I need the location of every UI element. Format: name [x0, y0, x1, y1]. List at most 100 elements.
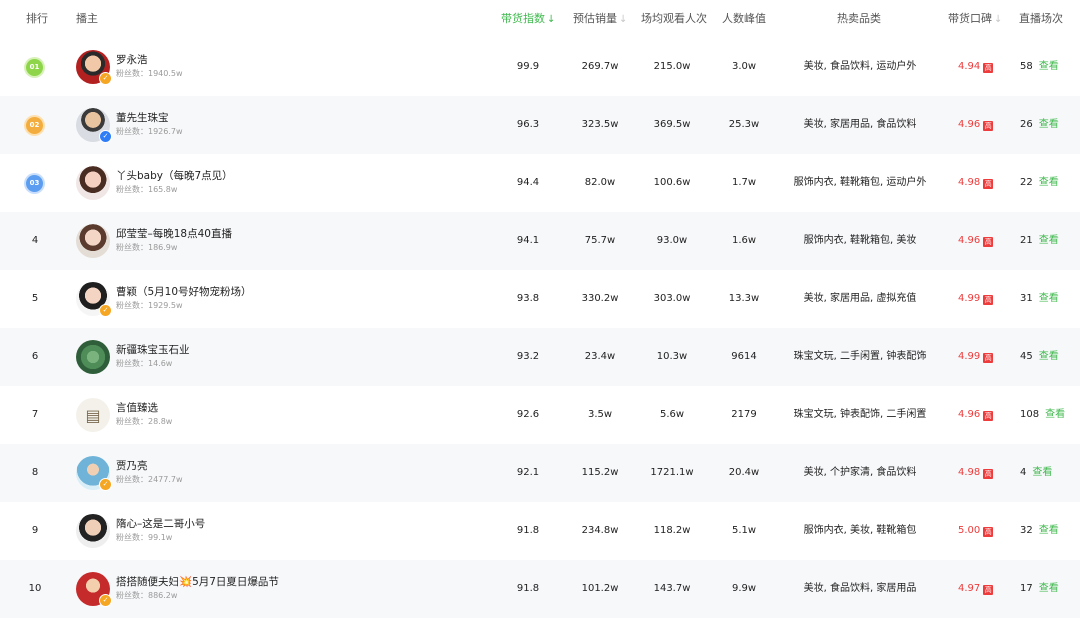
avatar[interactable]: [76, 166, 110, 200]
rank-medal-icon: 01: [26, 59, 43, 76]
sales-index-value: 91.8: [516, 525, 540, 536]
table-row[interactable]: 01 ✓ 罗永浩 粉丝数：1940.5w 99.9 269.7w 215.0w …: [0, 38, 1080, 96]
reputation-cell: 4.96 高: [958, 96, 994, 154]
est-sales-value: 234.8w: [581, 525, 619, 536]
reputation-score: 4.96: [958, 235, 981, 246]
avatar[interactable]: [76, 224, 110, 258]
est-sales-value: 269.7w: [581, 61, 619, 72]
live-sessions-count: 58: [1020, 61, 1033, 72]
header-reputation[interactable]: 带货口碑 ↓: [948, 0, 1002, 38]
reputation-score: 4.96: [958, 409, 981, 420]
anchor-name[interactable]: 搭搭随便夫妇💥5月7日夏日爆品节: [116, 576, 279, 589]
table-row[interactable]: 5 ✓ 曹颖（5月10号好物宠粉场） 粉丝数：1929.5w 93.8 330.…: [0, 270, 1080, 328]
est-sales-value: 3.5w: [587, 409, 613, 420]
sort-down-icon[interactable]: ↓: [547, 14, 555, 25]
hot-categories-value: 美妆, 食品饮料, 运动户外: [803, 61, 917, 72]
anchor-name[interactable]: 丫头baby（每晚7点见）: [116, 170, 233, 183]
view-link[interactable]: 查看: [1039, 351, 1059, 362]
peak-viewers-value: 1.6w: [731, 235, 757, 246]
sales-index-value: 94.4: [516, 177, 540, 188]
logo-glyph: ▤: [85, 405, 101, 425]
reputation-score: 4.94: [958, 61, 981, 72]
anchor-info: 贾乃亮 粉丝数：2477.7w: [116, 460, 183, 486]
anchor-info: 董先生珠宝 粉丝数：1926.7w: [116, 112, 183, 138]
rank-medal-icon: 02: [26, 117, 43, 134]
fans-count: 粉丝数：14.6w: [116, 359, 173, 368]
fans-count: 粉丝数：99.1w: [116, 533, 173, 542]
header-peak-viewers: 人数峰值: [722, 12, 766, 25]
avatar[interactable]: ✓: [76, 50, 112, 85]
verified-badge-icon: ✓: [99, 130, 112, 143]
sales-index-value: 99.9: [516, 61, 540, 72]
live-sessions-count: 4: [1020, 467, 1027, 478]
avatar[interactable]: ✓: [76, 572, 112, 607]
peak-viewers-value: 9.9w: [731, 583, 757, 594]
sessions-cell: 32 查看: [1020, 502, 1059, 560]
table-row[interactable]: 6 新疆珠宝玉石业 粉丝数：14.6w 93.2 23.4w 10.3w 961…: [0, 328, 1080, 386]
view-link[interactable]: 查看: [1039, 61, 1059, 72]
sessions-cell: 31 查看: [1020, 270, 1059, 328]
table-row[interactable]: 03 丫头baby（每晚7点见） 粉丝数：165.8w 94.4 82.0w 1…: [0, 154, 1080, 212]
view-link[interactable]: 查看: [1039, 177, 1059, 188]
sort-down-icon[interactable]: ↓: [619, 14, 627, 25]
avg-viewers-value: 143.7w: [653, 583, 691, 594]
table-row[interactable]: 8 ✓ 贾乃亮 粉丝数：2477.7w 92.1 115.2w 1721.1w …: [0, 444, 1080, 502]
table-row[interactable]: 02 ✓ 董先生珠宝 粉丝数：1926.7w 96.3 323.5w 369.5…: [0, 96, 1080, 154]
anchor-name[interactable]: 言值臻选: [116, 402, 172, 415]
sessions-cell: 45 查看: [1020, 328, 1059, 386]
sales-index-value: 91.8: [516, 583, 540, 594]
view-link[interactable]: 查看: [1045, 409, 1065, 420]
avatar[interactable]: [76, 340, 110, 374]
reputation-score: 4.97: [958, 583, 981, 594]
fans-count: 粉丝数：165.8w: [116, 185, 178, 194]
sessions-cell: 22 查看: [1020, 154, 1059, 212]
peak-viewers-value: 5.1w: [731, 525, 757, 536]
header-est-sales[interactable]: 预估销量 ↓: [573, 0, 627, 38]
reputation-cell: 4.98 高: [958, 444, 994, 502]
avatar[interactable]: ✓: [76, 282, 112, 317]
fans-count: 粉丝数：2477.7w: [116, 475, 183, 484]
sales-index-value: 93.2: [516, 351, 540, 362]
anchor-name[interactable]: 邱莹莹–每晚18点40直播: [116, 228, 232, 241]
reputation-score: 5.00: [958, 525, 981, 536]
anchor-name[interactable]: 董先生珠宝: [116, 112, 183, 125]
peak-viewers-value: 25.3w: [728, 119, 760, 130]
avatar[interactable]: ▤: [76, 398, 110, 432]
avatar-image: [76, 340, 110, 374]
fans-count: 粉丝数：1940.5w: [116, 69, 183, 78]
view-link[interactable]: 查看: [1039, 235, 1059, 246]
live-sessions-count: 31: [1020, 293, 1033, 304]
live-sessions-count: 108: [1020, 409, 1040, 420]
table-row[interactable]: 7 ▤ 言值臻选 粉丝数：28.8w 92.6 3.5w 5.6w 2179 珠…: [0, 386, 1080, 444]
reputation-level-badge: 高: [983, 121, 994, 131]
table-row[interactable]: 9 隋心–这是二哥小号 粉丝数：99.1w 91.8 234.8w 118.2w…: [0, 502, 1080, 560]
sort-down-icon[interactable]: ↓: [994, 14, 1002, 25]
reputation-level-badge: 高: [983, 63, 994, 73]
header-rank: 排行: [26, 12, 48, 25]
avatar[interactable]: ✓: [76, 456, 112, 491]
table-row[interactable]: 4 邱莹莹–每晚18点40直播 粉丝数：186.9w 94.1 75.7w 93…: [0, 212, 1080, 270]
rank-medal-icon: 03: [26, 175, 43, 192]
view-link[interactable]: 查看: [1039, 293, 1059, 304]
avatar[interactable]: ✓: [76, 108, 112, 143]
hot-categories-value: 美妆, 家居用品, 食品饮料: [803, 119, 917, 130]
sessions-cell: 4 查看: [1020, 444, 1052, 502]
anchor-name[interactable]: 贾乃亮: [116, 460, 183, 473]
live-sessions-count: 26: [1020, 119, 1033, 130]
anchor-name[interactable]: 曹颖（5月10号好物宠粉场）: [116, 286, 252, 299]
header-reputation-label: 带货口碑: [948, 12, 992, 25]
avg-viewers-value: 215.0w: [653, 61, 691, 72]
avatar[interactable]: [76, 514, 110, 548]
header-sales-index[interactable]: 带货指数 ↓: [501, 0, 555, 38]
view-link[interactable]: 查看: [1039, 583, 1059, 594]
reputation-level-badge: 高: [983, 585, 994, 595]
rank-number: 4: [31, 235, 39, 246]
view-link[interactable]: 查看: [1032, 467, 1052, 478]
anchor-name[interactable]: 隋心–这是二哥小号: [116, 518, 205, 531]
anchor-name[interactable]: 新疆珠宝玉石业: [116, 344, 190, 357]
anchor-info: 新疆珠宝玉石业 粉丝数：14.6w: [116, 344, 190, 370]
table-row[interactable]: 10 ✓ 搭搭随便夫妇💥5月7日夏日爆品节 粉丝数：886.2w 91.8 10…: [0, 560, 1080, 618]
view-link[interactable]: 查看: [1039, 525, 1059, 536]
view-link[interactable]: 查看: [1039, 119, 1059, 130]
anchor-name[interactable]: 罗永浩: [116, 54, 183, 67]
